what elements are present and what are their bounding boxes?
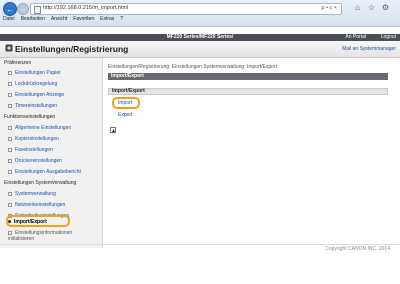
bullet-icon [8,125,12,130]
sidebar-item-copy[interactable]: Kopiereinstellungen [8,136,59,142]
sidebar-item-fax[interactable]: Faxeinstellungen [8,147,53,153]
sidebar-section-preferences: Präferenzen [4,60,32,66]
favorites-star-icon[interactable]: ☆ [366,2,377,13]
bullet-icon [8,169,12,174]
sidebar-item-label: Timereinstellungen [15,103,58,109]
sidebar-item-paper[interactable]: Einstellungen Papier [8,70,61,76]
bullet-icon [8,147,12,152]
sidebar-item-display[interactable]: Einstellungen Anzeige [8,92,64,98]
page-title: Einstellungen/Registrierung [15,44,129,54]
sidebar-item-general[interactable]: Allgemeine Einstellungen [8,125,71,131]
bullet-icon [8,202,12,207]
sidebar-item-initialize[interactable]: Einstellungsinformationen initialisieren [8,230,94,242]
sidebar-item-label: Systemverwaltung [15,191,56,197]
sidebar-item-printer[interactable]: Druckereinstellungen [8,158,62,164]
address-bar[interactable]: http://192.168.0.215/m_import.html ρ • c… [30,3,342,15]
device-name: MF220 Series/MF220 Series/ [166,34,234,40]
bullet-icon [8,158,12,163]
home-icon[interactable]: ⌂ [352,2,363,13]
forward-button[interactable]: → [17,3,29,15]
settings-gear-icon[interactable]: ⚙ [380,2,391,13]
sidebar-item-label: Einstellungen Ausgabebericht [15,169,81,175]
copyright: Copyright CANON INC. 2014 [325,246,390,252]
portal-link[interactable]: An Portal [345,34,366,41]
highlight-import [112,97,140,109]
sidebar-item-label: Netzwerkeinstellungen [15,202,66,208]
back-button[interactable]: ← [3,2,17,16]
sidebar-item-label: Einstellungen Anzeige [15,92,65,98]
logout-link[interactable]: Logout [381,34,396,41]
bullet-icon [8,103,12,108]
section-header: Import/Export [108,88,388,95]
menu-help[interactable]: ? [120,16,123,24]
menu-favoriten[interactable]: Favoriten [73,16,94,24]
page-icon [34,6,41,14]
bullet-icon [8,230,12,235]
sidebar-item-system-management[interactable]: Systemverwaltung [8,191,56,197]
settings-icon [5,44,13,52]
mail-admin-link[interactable]: Mail an Systemmanager [342,46,396,52]
highlight-import-export [6,215,70,227]
sidebar-item-label: Kopiereinstellungen [15,136,59,142]
footer-divider [0,244,400,245]
bullet-icon [8,81,12,86]
sidebar-item-label: Lockdrückregelung [15,81,58,87]
address-tools[interactable]: ρ • c × [321,5,337,11]
sidebar-item-label: Einstellungen Papier [15,70,61,76]
sidebar-item-timer[interactable]: Timereinstellungen [8,103,57,109]
bullet-icon [8,191,12,196]
address-text: http://192.168.0.215/m_import.html [43,5,129,11]
bullet-icon [8,92,12,97]
sidebar-item-network[interactable]: Netzwerkeinstellungen [8,202,65,208]
bullet-icon [8,136,12,141]
sidebar-item-label: Faxeinstellungen [15,147,53,153]
page-top-icon[interactable]: ▲ [110,127,116,134]
bullet-icon [8,70,12,75]
sidebar-item-report[interactable]: Einstellungen Ausgabebericht [8,169,81,175]
breadcrumb: Einstellungen/Registrierung: Einstellung… [108,64,277,70]
menu-bar: Datei Bearbeiten Ansicht Favoriten Extra… [3,16,123,24]
sidebar-item-label: Einstellungsinformationen initialisieren [8,230,73,242]
sidebar-section-system: Einstellungen Systemverwaltung [4,180,77,186]
sidebar-section-functions: Funktionseinstellungen [4,114,56,120]
menu-datei[interactable]: Datei [3,16,15,24]
sidebar-item-label: Druckereinstellungen [15,158,62,164]
menu-ansicht[interactable]: Ansicht [51,16,67,24]
menu-extras[interactable]: Extras [100,16,114,24]
menu-bearbeiten[interactable]: Bearbeiten [21,16,45,24]
sidebar-item-label: Allgemeine Einstellungen [15,125,72,131]
sidebar-item-loudness[interactable]: Lockdrückregelung [8,81,57,87]
export-link[interactable]: Export [118,112,132,118]
panel-title: Import/Export [108,73,388,80]
